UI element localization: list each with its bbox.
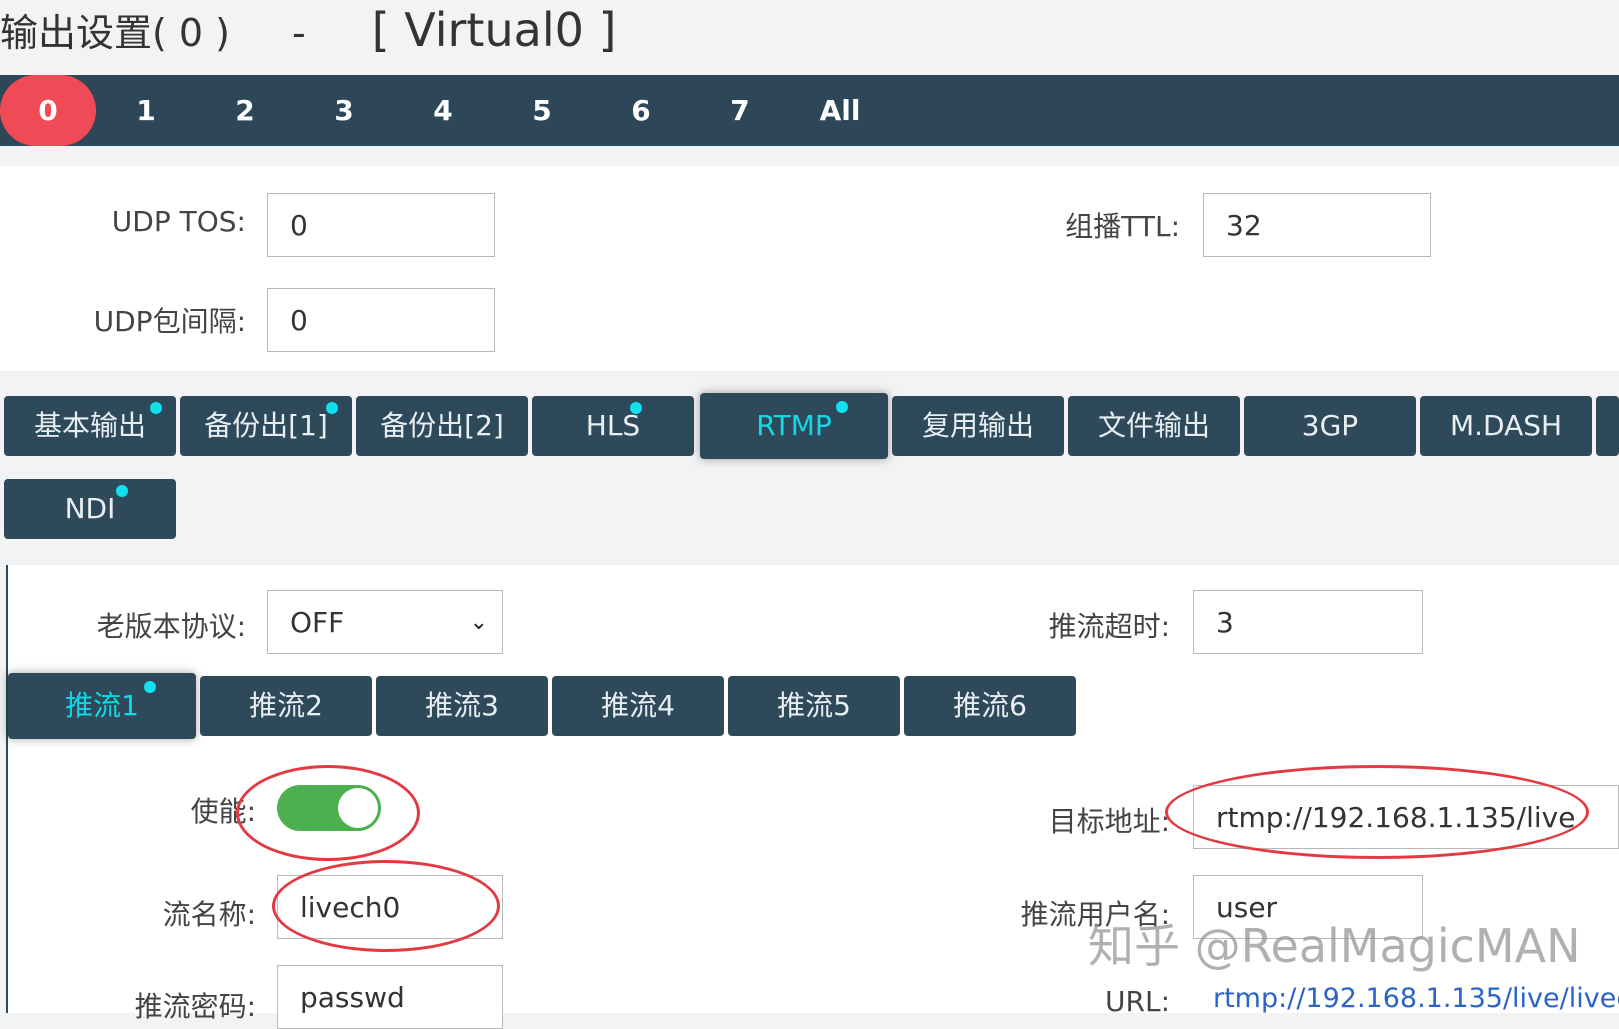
channel-tab-all[interactable]: All bbox=[805, 75, 875, 146]
tab-label: 文件输出 bbox=[1097, 409, 1210, 442]
tab-label: 复用输出 bbox=[921, 409, 1034, 442]
udp-interval-label: UDP包间隔: bbox=[93, 305, 246, 338]
tab-backup-1[interactable]: 备份出[1] bbox=[180, 396, 352, 456]
tab-basic-output[interactable]: 基本输出 bbox=[4, 396, 176, 456]
stream-tab-label: 推流1 bbox=[65, 689, 139, 722]
url-link[interactable]: rtmp://192.168.1.135/live/livech0 bbox=[1213, 983, 1619, 1014]
status-dot bbox=[630, 402, 642, 414]
channel-tab-4[interactable]: 4 bbox=[408, 75, 478, 146]
stream-tab-3[interactable]: 推流3 bbox=[376, 676, 548, 736]
tab-file-output[interactable]: 文件输出 bbox=[1068, 396, 1240, 456]
channel-tab-bar: 0 1 2 3 4 5 6 7 All bbox=[0, 75, 1619, 146]
page-title: 输出设置( 0 ) - [ Virtual0 ] bbox=[0, 2, 616, 57]
multicast-ttl-input[interactable]: 32 bbox=[1203, 193, 1431, 257]
tab-backup-2[interactable]: 备份出[2] bbox=[356, 396, 528, 456]
multicast-ttl-label: 组播TTL: bbox=[1065, 210, 1180, 243]
channel-tab-1[interactable]: 1 bbox=[111, 75, 181, 146]
virtual-name: [ Virtual0 ] bbox=[371, 3, 617, 57]
tab-3gp[interactable]: 3GP bbox=[1244, 396, 1416, 456]
tab-hls[interactable]: HLS bbox=[532, 396, 694, 456]
status-dot bbox=[116, 485, 128, 497]
push-timeout-label: 推流超时: bbox=[1048, 610, 1170, 643]
stream-tab-4[interactable]: 推流4 bbox=[552, 676, 724, 736]
udp-tos-label: UDP TOS: bbox=[111, 205, 246, 238]
stream-tab-bar: 推流1 推流2 推流3 推流4 推流5 推流6 bbox=[0, 673, 1100, 742]
tab-ndi[interactable]: NDI bbox=[4, 479, 176, 539]
toggle-knob bbox=[338, 788, 378, 828]
chevron-down-icon: ⌄ bbox=[469, 610, 488, 635]
channel-tab-3[interactable]: 3 bbox=[309, 75, 379, 146]
channel-tab-6[interactable]: 6 bbox=[606, 75, 676, 146]
tab-label: 备份出[1] bbox=[204, 409, 328, 442]
push-timeout-input[interactable]: 3 bbox=[1193, 590, 1423, 654]
udp-tos-input[interactable]: 0 bbox=[267, 193, 495, 257]
tab-overflow[interactable] bbox=[1596, 396, 1619, 456]
channel-tab-5[interactable]: 5 bbox=[507, 75, 577, 146]
tab-label: 基本输出 bbox=[33, 409, 146, 442]
channel-tab-0[interactable]: 0 bbox=[0, 75, 96, 146]
channel-tab-7[interactable]: 7 bbox=[705, 75, 775, 146]
udp-interval-input[interactable]: 0 bbox=[267, 288, 495, 352]
title-prefix: 输出设置( 0 ) bbox=[0, 11, 230, 55]
tab-label: RTMP bbox=[756, 409, 832, 442]
target-address-label: 目标地址: bbox=[1048, 805, 1170, 838]
url-label: URL: bbox=[1105, 985, 1170, 1018]
status-dot bbox=[150, 402, 162, 414]
tab-mdash[interactable]: M.DASH bbox=[1420, 396, 1592, 456]
tab-label: M.DASH bbox=[1449, 409, 1563, 442]
channel-tab-2[interactable]: 2 bbox=[210, 75, 280, 146]
status-dot bbox=[144, 681, 156, 693]
stream-tab-6[interactable]: 推流6 bbox=[904, 676, 1076, 736]
tab-rtmp[interactable]: RTMP bbox=[700, 393, 888, 459]
stream-name-label: 流名称: bbox=[162, 898, 256, 931]
stream-tab-2[interactable]: 推流2 bbox=[200, 676, 372, 736]
title-separator: - bbox=[292, 11, 306, 55]
enable-label: 使能: bbox=[190, 795, 256, 828]
push-password-label: 推流密码: bbox=[134, 990, 256, 1023]
target-address-input[interactable]: rtmp://192.168.1.135/live bbox=[1193, 785, 1619, 849]
old-protocol-label: 老版本协议: bbox=[96, 610, 246, 643]
status-dot bbox=[836, 401, 848, 413]
stream-name-input[interactable]: livech0 bbox=[277, 875, 503, 939]
stream-tab-5[interactable]: 推流5 bbox=[728, 676, 900, 736]
tab-label: 3GP bbox=[1301, 409, 1359, 442]
tab-label: HLS bbox=[585, 409, 641, 442]
old-protocol-value: OFF bbox=[290, 606, 345, 639]
old-protocol-select[interactable]: OFF ⌄ bbox=[267, 590, 503, 654]
status-dot bbox=[326, 402, 338, 414]
enable-toggle[interactable] bbox=[277, 785, 381, 831]
push-password-input[interactable]: passwd bbox=[277, 965, 503, 1029]
tab-reuse-output[interactable]: 复用输出 bbox=[892, 396, 1064, 456]
tab-label: 备份出[2] bbox=[380, 409, 504, 442]
stream-tab-1[interactable]: 推流1 bbox=[8, 673, 196, 739]
watermark-text: 知乎 @RealMagicMAN bbox=[1088, 919, 1581, 973]
tab-label: NDI bbox=[64, 492, 116, 525]
